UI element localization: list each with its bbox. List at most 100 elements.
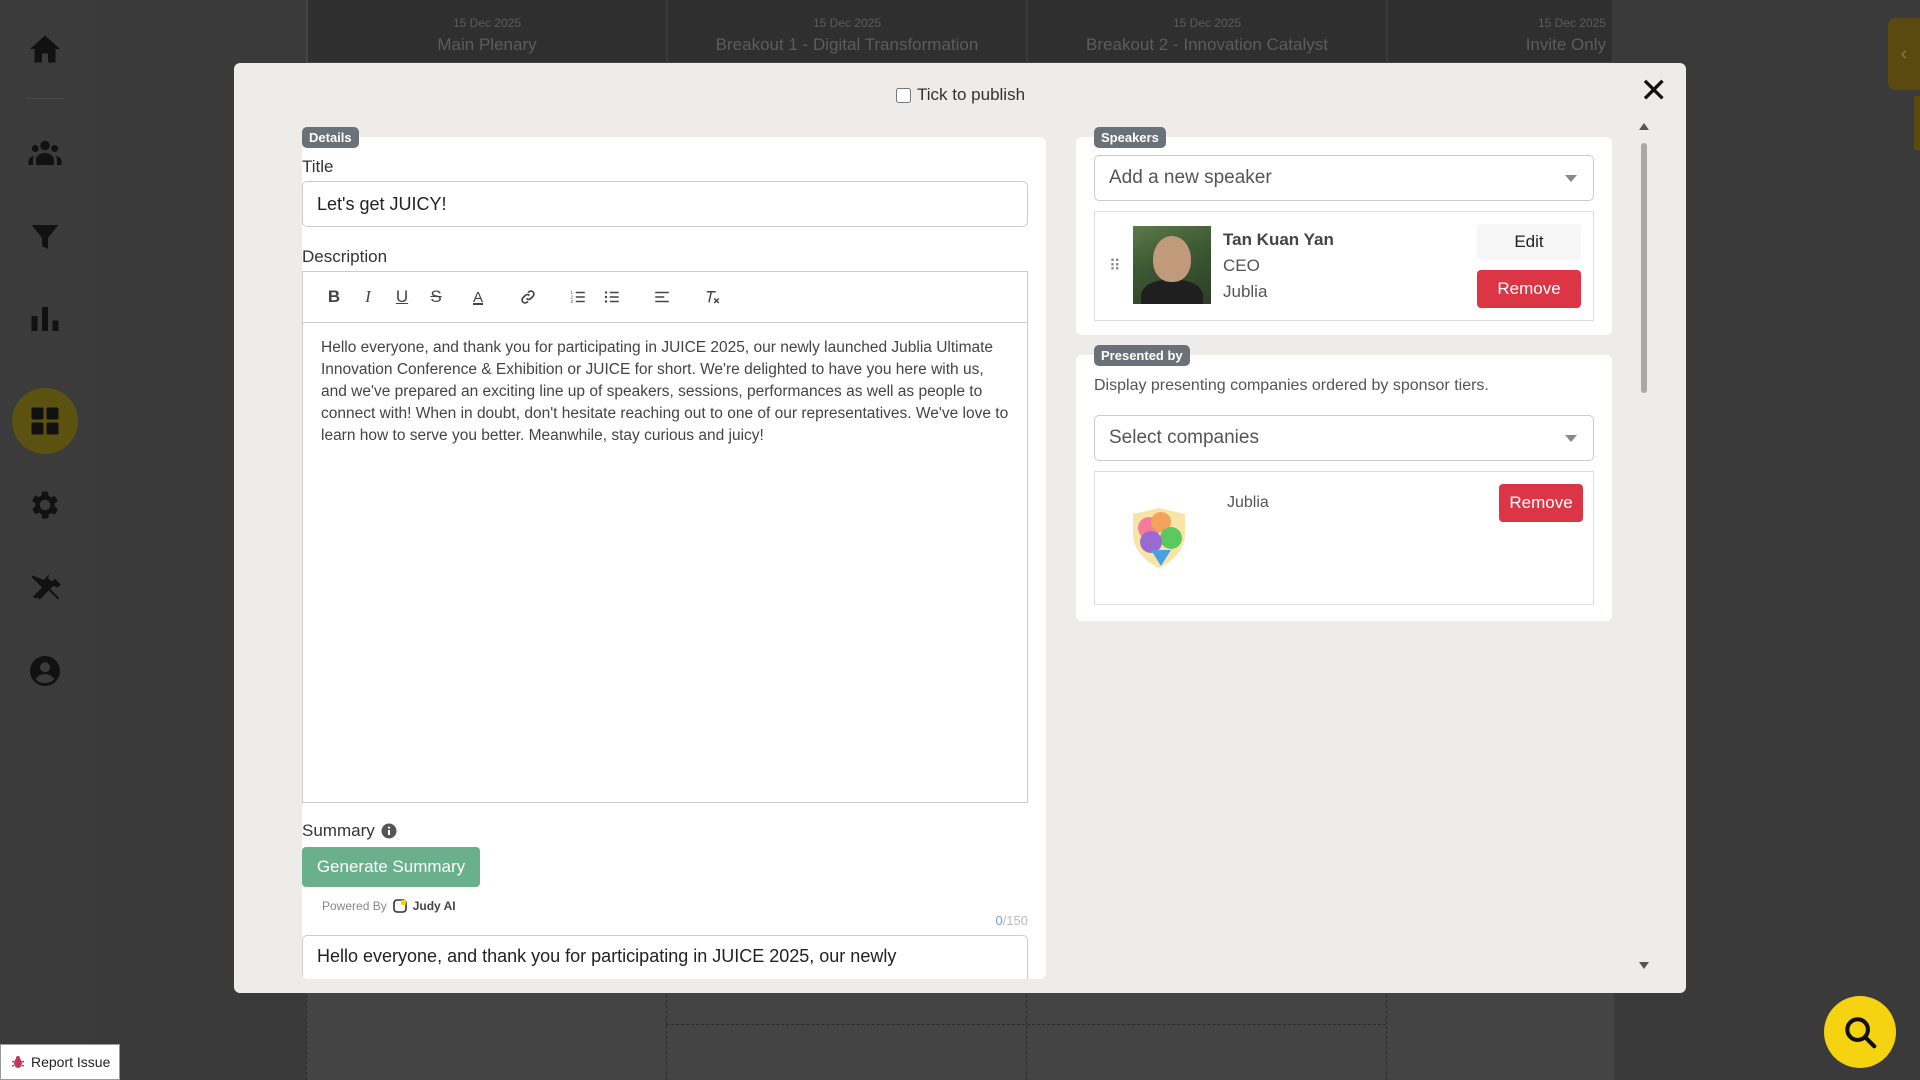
summary-char-counter: 0/150 bbox=[995, 913, 1028, 928]
avatar-body bbox=[1141, 280, 1203, 304]
add-speaker-select[interactable]: Add a new speaker bbox=[1094, 155, 1594, 201]
schedule-column-main-plenary[interactable]: 15 Dec 2025 Main Plenary bbox=[308, 0, 668, 62]
grid-line bbox=[666, 1024, 1386, 1025]
text-color-button[interactable]: A bbox=[461, 282, 495, 312]
edit-session-modal: ✕ Tick to publish Details Title Let's ge… bbox=[234, 63, 1686, 993]
publish-toggle[interactable]: Tick to publish bbox=[896, 85, 1025, 105]
counter-current: 0 bbox=[995, 913, 1003, 928]
panel-edge bbox=[1914, 96, 1920, 150]
bullet-list-icon bbox=[604, 291, 619, 303]
filter-icon bbox=[31, 225, 59, 249]
remove-company-button[interactable]: Remove bbox=[1499, 484, 1583, 522]
bar-chart-icon bbox=[31, 307, 59, 331]
judy-ai-logo-icon bbox=[392, 899, 407, 913]
chevron-left-icon: ‹ bbox=[1900, 42, 1908, 65]
presented-by-card: Display presenting companies ordered by … bbox=[1076, 355, 1612, 621]
scroll-up-icon[interactable] bbox=[1639, 123, 1649, 130]
modal-scrollbar[interactable] bbox=[1638, 123, 1650, 969]
report-issue-label: Report Issue bbox=[31, 1054, 111, 1070]
grid-line bbox=[1026, 990, 1027, 1080]
bug-icon bbox=[12, 1056, 24, 1068]
dashboard-icon bbox=[31, 407, 59, 435]
edit-speaker-button[interactable]: Edit bbox=[1477, 224, 1581, 260]
drag-handle-icon[interactable]: ⠿ bbox=[1109, 256, 1121, 276]
ai-name: Judy AI bbox=[412, 899, 456, 913]
schedule-column-breakout-2[interactable]: 15 Dec 2025 Breakout 2 - Innovation Cata… bbox=[1028, 0, 1388, 62]
presented-by-description: Display presenting companies ordered by … bbox=[1094, 377, 1489, 394]
title-label: Title bbox=[302, 157, 334, 176]
tools-icon bbox=[31, 574, 61, 600]
column-date: 15 Dec 2025 bbox=[1172, 16, 1242, 30]
sidebar-item-home[interactable] bbox=[12, 16, 78, 82]
bullet-list-button[interactable] bbox=[595, 282, 629, 312]
presented-by-tag: Presented by bbox=[1094, 345, 1190, 366]
column-date: 15 Dec 2025 bbox=[812, 16, 882, 30]
summary-label: Summary bbox=[302, 821, 375, 840]
bold-button[interactable]: B bbox=[317, 282, 351, 312]
link-button[interactable] bbox=[511, 282, 545, 312]
column-name: Main Plenary bbox=[437, 35, 537, 54]
sidebar-item-account[interactable] bbox=[12, 638, 78, 704]
company-name: Jublia bbox=[1227, 494, 1269, 511]
scrollbar-thumb[interactable] bbox=[1641, 143, 1647, 393]
italic-button[interactable]: I bbox=[351, 282, 385, 312]
sidebar-item-filter[interactable] bbox=[12, 204, 78, 270]
grid-line bbox=[306, 990, 307, 1080]
avatar-head bbox=[1153, 236, 1191, 282]
search-button[interactable] bbox=[1824, 996, 1896, 1068]
speakers-card: Add a new speaker ⠿ Tan Kuan Yan CEO Jub… bbox=[1076, 137, 1612, 335]
sidebar bbox=[0, 0, 90, 1080]
column-name: Breakout 2 - Innovation Catalyst bbox=[1086, 35, 1328, 54]
chevron-down-icon bbox=[1565, 175, 1577, 182]
search-icon bbox=[1845, 1017, 1877, 1049]
company-logo-icon bbox=[1133, 508, 1185, 568]
close-modal-button[interactable]: ✕ bbox=[1640, 69, 1669, 113]
publish-checkbox[interactable] bbox=[896, 87, 911, 103]
underline-button[interactable]: U bbox=[385, 282, 419, 312]
align-left-icon bbox=[655, 291, 669, 303]
schedule-column-breakout-1[interactable]: 15 Dec 2025 Breakout 1 - Digital Transfo… bbox=[668, 0, 1028, 62]
sidebar-item-reports[interactable] bbox=[12, 286, 78, 352]
sidebar-item-tools[interactable] bbox=[12, 556, 78, 622]
description-text[interactable]: Hello everyone, and thank you for partic… bbox=[303, 323, 1027, 461]
sidebar-item-settings[interactable] bbox=[12, 472, 78, 538]
company-item: Jublia Remove bbox=[1094, 471, 1594, 605]
column-date: 15 Dec 2025 bbox=[452, 16, 522, 30]
speaker-role: CEO bbox=[1223, 256, 1260, 275]
select-companies-placeholder: Select companies bbox=[1109, 427, 1259, 448]
speaker-company: Jublia bbox=[1223, 282, 1268, 301]
title-input[interactable]: Let's get JUICY! bbox=[302, 181, 1028, 227]
gear-icon bbox=[32, 491, 58, 519]
ordered-list-button[interactable]: 123 bbox=[561, 282, 595, 312]
select-companies[interactable]: Select companies bbox=[1094, 415, 1594, 461]
grid-line bbox=[666, 990, 667, 1080]
scroll-down-icon[interactable] bbox=[1639, 962, 1649, 969]
editor-toolbar: B I U S A 123 bbox=[303, 272, 1027, 323]
summary-textarea[interactable]: Hello everyone, and thank you for partic… bbox=[302, 935, 1028, 979]
close-icon: ✕ bbox=[1639, 72, 1669, 110]
speaker-avatar bbox=[1133, 226, 1211, 304]
account-icon bbox=[30, 656, 60, 686]
speakers-tag: Speakers bbox=[1094, 127, 1166, 148]
speaker-item: ⠿ Tan Kuan Yan CEO Jublia Edit Remove bbox=[1094, 211, 1594, 321]
sidebar-divider bbox=[26, 98, 64, 99]
generate-summary-button[interactable]: Generate Summary bbox=[302, 847, 480, 887]
summary-label-row: Summary bbox=[302, 821, 397, 841]
remove-speaker-button[interactable]: Remove bbox=[1477, 270, 1581, 308]
align-button[interactable] bbox=[645, 282, 679, 312]
report-issue-button[interactable]: Report Issue bbox=[0, 1044, 120, 1080]
collapse-panel-tab[interactable]: ‹ bbox=[1888, 18, 1920, 90]
column-date: 15 Dec 2025 bbox=[1537, 16, 1606, 30]
description-label: Description bbox=[302, 247, 388, 266]
strikethrough-button[interactable]: S bbox=[419, 282, 453, 312]
speaker-name: Tan Kuan Yan bbox=[1223, 230, 1334, 249]
schedule-column-invite-only[interactable]: 15 Dec 2025 Invite Only bbox=[1388, 0, 1614, 62]
info-icon[interactable] bbox=[381, 823, 397, 839]
column-name: Breakout 1 - Digital Transformation bbox=[715, 35, 979, 54]
publish-label: Tick to publish bbox=[917, 85, 1026, 104]
sidebar-item-dashboard[interactable] bbox=[12, 388, 78, 454]
sidebar-item-people[interactable] bbox=[12, 120, 78, 186]
add-speaker-placeholder: Add a new speaker bbox=[1109, 167, 1272, 188]
ordered-list-icon: 123 bbox=[571, 290, 585, 304]
clear-format-button[interactable] bbox=[695, 282, 729, 312]
